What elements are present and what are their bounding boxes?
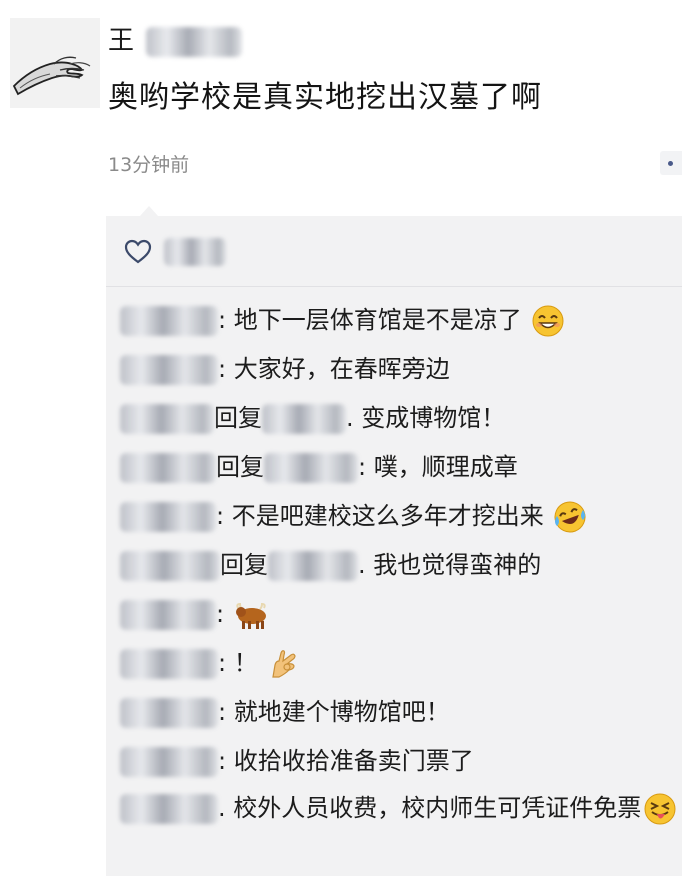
- redacted-commenter-blur: [120, 600, 216, 630]
- comment-row[interactable]: : 就地建个博物馆吧！: [120, 688, 680, 737]
- redacted-commenter-blur: [120, 698, 218, 728]
- avatar[interactable]: [10, 18, 100, 108]
- comment-text: : 大家好，在春晖旁边: [218, 355, 450, 383]
- redacted-reply-target-blur: [268, 551, 358, 581]
- comment-row[interactable]: : 地下一层体育馆是不是凉了: [120, 296, 680, 345]
- reply-label: 回复: [216, 453, 264, 481]
- timestamp: 13分钟前: [108, 154, 190, 176]
- redacted-commenter-blur: [120, 747, 218, 777]
- comment-text: : 收拾收拾准备卖门票了: [218, 747, 474, 775]
- post-text: 奥哟学校是真实地挖出汉墓了啊: [108, 80, 542, 115]
- ok-hand-emoji: [272, 650, 296, 678]
- comment-row[interactable]: : ！: [120, 639, 680, 688]
- heart-icon: [124, 239, 152, 264]
- redacted-commenter-blur: [120, 306, 218, 336]
- redacted-commenter-blur: [120, 502, 216, 532]
- comment-row[interactable]: . 校外人员收费，校内师生可凭证件免票: [120, 786, 680, 830]
- comment-list: : 地下一层体育馆是不是凉了 : 大家好，在春晖旁边 回复 . 变成博物馆！ 回复…: [120, 296, 680, 830]
- comment-row[interactable]: :: [120, 590, 680, 639]
- comment-text: : 噗，顺理成章: [358, 453, 518, 481]
- author-name-visible-char: 王: [108, 26, 137, 56]
- comment-text: : 地下一层体育馆是不是凉了: [218, 306, 522, 334]
- redacted-reply-target-blur: [262, 404, 346, 434]
- reply-label: 回复: [220, 551, 268, 579]
- redacted-commenter-blur: [120, 551, 220, 581]
- redacted-commenter-blur: [120, 404, 214, 434]
- comment-text: : 就地建个博物馆吧！: [218, 698, 450, 726]
- creation-of-adam-hand-image: [10, 18, 100, 108]
- more-options-icon[interactable]: [660, 151, 682, 175]
- comment-text: :: [216, 600, 225, 628]
- reply-label: 回复: [214, 404, 262, 432]
- comment-panel-caret: [140, 206, 158, 216]
- redacted-commenter-blur: [120, 453, 216, 483]
- comment-row[interactable]: 回复 : 噗，顺理成章: [120, 443, 680, 492]
- crying-laughing-emoji: [554, 501, 586, 533]
- comment-row[interactable]: 回复 . 我也觉得蛮神的: [120, 541, 680, 590]
- comment-row[interactable]: : 不是吧建校这么多年才挖出来: [120, 492, 680, 541]
- redacted-commenter-blur: [120, 794, 218, 824]
- comment-text: . 变成博物馆！: [346, 404, 506, 432]
- comments-divider: [106, 286, 682, 287]
- redacted-liker-blur: [164, 238, 226, 266]
- author-name[interactable]: 王: [108, 20, 243, 57]
- redacted-commenter-blur: [120, 355, 218, 385]
- grinning-face-emoji: [532, 305, 564, 337]
- comment-row[interactable]: 回复 . 变成博物馆！: [120, 394, 680, 443]
- redacted-name-blur: [146, 26, 243, 57]
- ox-emoji: [235, 602, 266, 629]
- comment-text: : 不是吧建校这么多年才挖出来: [216, 502, 544, 530]
- likes-row[interactable]: [124, 232, 226, 272]
- tongue-wink-emoji: [644, 793, 676, 825]
- comment-row[interactable]: : 收拾收拾准备卖门票了: [120, 737, 680, 786]
- comment-text: : ！: [218, 649, 258, 677]
- redacted-reply-target-blur: [264, 453, 358, 483]
- redacted-commenter-blur: [120, 649, 218, 679]
- comment-row[interactable]: : 大家好，在春晖旁边: [120, 345, 680, 394]
- comment-text: . 我也觉得蛮神的: [358, 551, 542, 579]
- comment-text: . 校外人员收费，校内师生可凭证件免票: [218, 794, 642, 822]
